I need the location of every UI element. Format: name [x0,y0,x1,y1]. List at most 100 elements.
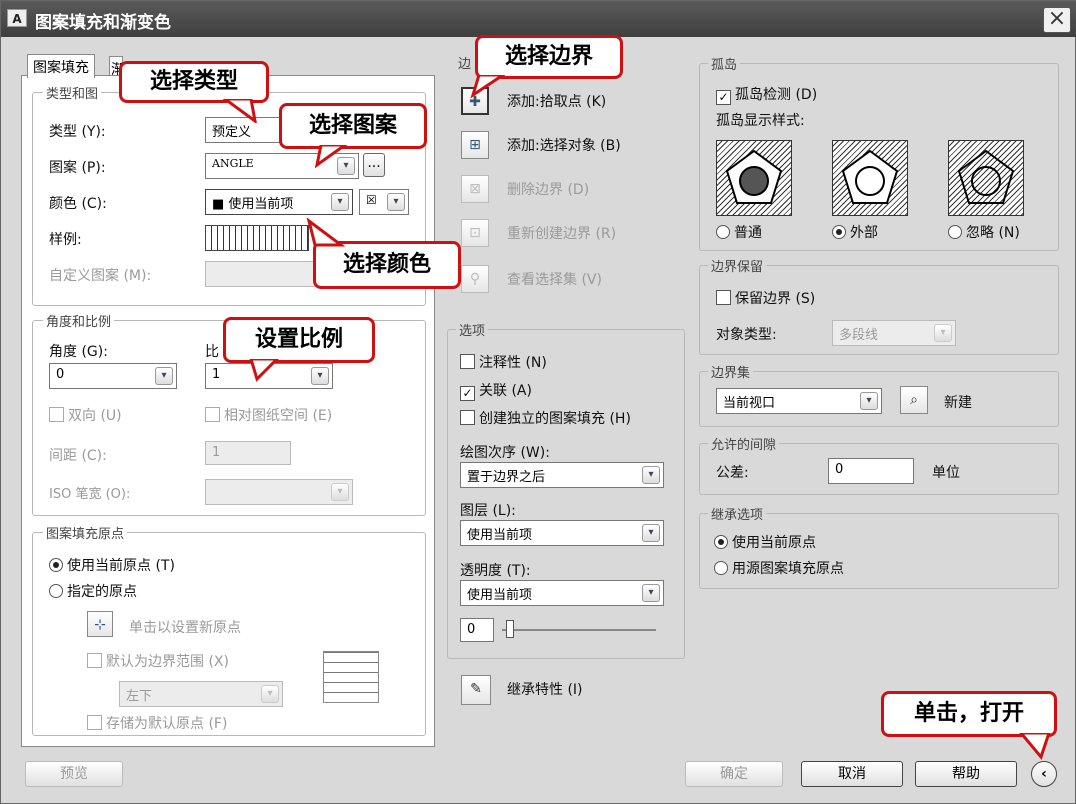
island-outer-icon[interactable] [832,140,908,216]
spacing-value: 1 [212,445,221,460]
swatch-preview[interactable] [205,225,309,251]
angle-value: 0 [56,367,65,382]
double-checkbox[interactable]: 双向 (U) [49,405,122,425]
separate-hatches-checkbox[interactable]: 创建独立的图案填充 (H) [460,408,631,428]
default-extent-label: 默认为边界范围 (X) [106,654,229,670]
more-options-button[interactable]: ‹ [1031,761,1057,787]
pattern-value: ANGLE [212,157,254,170]
island-outer-radio[interactable]: 外部 [832,222,878,242]
use-current-label: 使用当前原点 (T) [67,558,175,574]
ok-button[interactable]: 确定 [685,761,783,787]
callout-select-boundary: 选择边界 [475,35,623,79]
select-objects-icon[interactable]: ⊞ [461,131,489,159]
double-label: 双向 (U) [68,408,122,424]
iso-label: ISO 笔宽 (O): [49,487,131,502]
checkbox-icon: ✓ [460,386,475,401]
relative-paper-checkbox[interactable]: 相对图纸空间 (E) [205,405,332,425]
outer-label: 外部 [850,225,878,241]
group-title: 图案填充原点 [43,523,128,542]
island-detect-checkbox[interactable]: ✓ 孤岛检测 (D) [716,84,817,105]
transparency-number-input[interactable]: 0 [460,618,494,642]
associative-checkbox[interactable]: ✓ 关联 (A) [460,380,532,401]
remove-boundary-icon[interactable]: ⊠ [461,175,489,203]
transparency-slider-track[interactable] [502,629,656,631]
browse-pattern-button[interactable]: ... [363,153,385,177]
view-selections-button[interactable]: 查看选择集 (V) [507,269,602,289]
color-label: 颜色 (C): [49,196,107,212]
help-button[interactable]: 帮助 [915,761,1017,787]
set-origin-icon[interactable]: ⊹ [87,611,113,637]
retain-boundaries-checkbox[interactable]: 保留边界 (S) [716,288,815,308]
specified-origin-radio[interactable]: 指定的原点 [49,581,137,601]
inherit-properties-icon[interactable]: ✎ [461,675,491,705]
remove-boundary-button[interactable]: 删除边界 (D) [507,179,589,199]
callout-select-type: 选择类型 [119,61,269,103]
object-type-select[interactable]: 多段线 ▾ [832,320,956,346]
checkbox-icon [87,715,102,730]
color-select[interactable]: ■ 使用当前项 ▾ [205,189,353,215]
inherit-use-source-radio[interactable]: 用源图案填充原点 [714,558,844,578]
add-pick-points-button[interactable]: 添加:拾取点 (K) [507,91,606,111]
chevron-down-icon: ▾ [155,367,173,385]
callout-click-open: 单击，打开 [881,691,1057,737]
relative-label: 相对图纸空间 (E) [224,408,333,424]
checkbox-icon [205,407,220,422]
island-style-label: 孤岛显示样式: [716,113,805,129]
transparency-value: 使用当前项 [467,588,533,603]
angle-select[interactable]: 0 ▾ [49,363,177,389]
new-boundary-set-icon[interactable]: ⌕ [900,386,928,414]
use-current-origin-radio[interactable]: 使用当前原点 (T) [49,555,175,575]
radio-icon [714,561,728,575]
checkbox-icon [49,407,64,422]
island-normal-icon[interactable] [716,140,792,216]
chevron-down-icon: ▾ [642,466,660,484]
transparency-label: 透明度 (T): [460,563,531,579]
normal-label: 普通 [734,225,762,241]
background-color-select[interactable]: ☒ ▾ [359,189,409,215]
tab-hatch[interactable]: 图案填充 [27,54,95,78]
island-ignore-icon[interactable] [948,140,1024,216]
radio-icon [49,584,63,598]
custom-pattern-label: 自定义图案 (M): [49,268,152,284]
checkbox-icon: ✓ [716,90,731,105]
island-detect-label: 孤岛检测 (D) [735,87,818,103]
recreate-boundary-button[interactable]: 重新创建边界 (R) [507,223,616,243]
transparency-select[interactable]: 使用当前项 ▾ [460,580,664,606]
cancel-button[interactable]: 取消 [801,761,903,787]
layer-label: 图层 (L): [460,503,516,519]
object-type-label: 对象类型: [716,327,777,343]
iso-select[interactable]: ▾ [205,479,353,505]
close-button[interactable]: × [1043,7,1071,33]
color-value: ■ 使用当前项 [212,197,294,212]
title-bar[interactable]: A 图案填充和渐变色 × [1,1,1076,37]
recreate-boundary-icon[interactable]: ⊡ [461,219,489,247]
store-default-checkbox[interactable]: 存储为默认原点 (F) [87,713,227,733]
spacing-input[interactable]: 1 [205,441,291,465]
retain-boundaries-group: 边界保留 保留边界 (S) 对象类型: 多段线 ▾ [699,256,1059,355]
island-normal-radio[interactable]: 普通 [716,222,762,242]
island-ignore-radio[interactable]: 忽略 (N) [948,222,1020,242]
draw-order-select[interactable]: 置于边界之后 ▾ [460,462,664,488]
specified-label: 指定的原点 [67,584,137,600]
transparency-slider-handle[interactable] [506,620,514,638]
layer-select[interactable]: 使用当前项 ▾ [460,520,664,546]
inherit-use-current-radio[interactable]: 使用当前原点 [714,532,816,552]
tolerance-input[interactable]: 0 [828,458,914,484]
magnifier-icon[interactable]: ⚲ [461,265,489,293]
boundary-set-select[interactable]: 当前视口 ▾ [716,388,882,414]
origin-position-select[interactable]: 左下 ▾ [119,681,283,707]
annotative-label: 注释性 (N) [479,355,547,371]
group-title: 继承选项 [708,504,767,523]
annotative-checkbox[interactable]: 注释性 (N) [460,352,547,372]
chevron-down-icon: ▾ [387,193,405,211]
inherit-properties-button[interactable]: 继承特性 (I) [507,679,583,699]
chevron-down-icon: ▾ [331,483,349,501]
chevron-down-icon: ▾ [261,685,279,703]
scale-label: 比 [205,344,219,360]
preview-button[interactable]: 预览 [25,761,123,787]
position-value: 左下 [126,689,153,704]
callout-tail [249,359,280,382]
default-extent-checkbox[interactable]: 默认为边界范围 (X) [87,651,229,671]
spacing-label: 间距 (C): [49,448,107,464]
add-select-objects-button[interactable]: 添加:选择对象 (B) [507,135,621,155]
